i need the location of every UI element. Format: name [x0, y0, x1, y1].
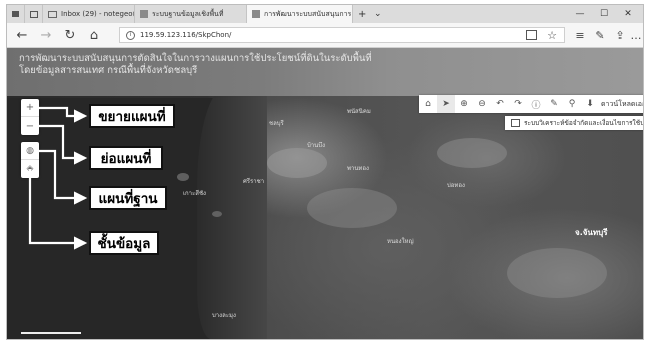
callout-basemap: แผนที่ฐาน [89, 186, 167, 210]
refresh-button[interactable]: ↻ [61, 26, 79, 44]
tab-label: Inbox (29) - notegeo@gmai [61, 10, 134, 18]
info-icon[interactable]: i [126, 30, 135, 40]
reading-view-button[interactable] [522, 26, 540, 44]
arrow-zoom-in [39, 106, 88, 123]
home-button[interactable]: ⌂ [85, 26, 103, 44]
arrow-layers [28, 169, 88, 250]
gmail-icon [48, 10, 57, 18]
map-view[interactable]: ชลบุรี พนัสนิคม บ้านบึง ศรีราชา บ่อทอง ห… [7, 48, 643, 339]
url-text: 119.59.123.116/SkpChon/ [140, 31, 232, 39]
arrow-zoom-out [39, 124, 88, 165]
favorites-list-icon: ≡ [575, 28, 585, 42]
map-scale-bar [21, 329, 81, 334]
back-button[interactable]: ← [13, 26, 31, 44]
minimize-button[interactable]: — [569, 5, 591, 23]
pen-icon: ✎ [595, 28, 605, 42]
home-icon: ⌂ [89, 27, 99, 43]
tab-preview-button[interactable] [7, 5, 25, 23]
tab-label: ระบบฐานข้อมูลเชิงพื้นที่ [152, 9, 224, 18]
page-icon [252, 10, 260, 18]
share-icon: ⇪ [615, 28, 625, 42]
reading-view-icon [525, 30, 537, 40]
navigation-bar: ← → ↻ ⌂ i 119.59.123.116/SkpChon/ ☆ ≡ ✎ … [7, 23, 643, 48]
tab-bar: Inbox (29) - notegeo@gmai ระบบฐานข้อมูลเ… [7, 5, 643, 23]
refresh-icon: ↻ [64, 27, 76, 43]
tab-preview-icon [12, 11, 19, 17]
maximize-button[interactable]: ☐ [593, 5, 615, 23]
new-tab-button[interactable]: + [353, 5, 369, 23]
tab-database[interactable]: ระบบฐานข้อมูลเชิงพื้นที่ [135, 5, 247, 23]
tab-label: การพัฒนาระบบสนับสนุนการ [264, 9, 352, 18]
pen-button[interactable]: ✎ [591, 26, 609, 44]
favorite-star-icon: ☆ [547, 28, 557, 42]
browser-window: Inbox (29) - notegeo@gmai ระบบฐานข้อมูลเ… [6, 4, 644, 340]
callout-layers: ชั้นข้อมูล [89, 231, 159, 255]
callout-zoom-out: ย่อแผนที่ [89, 146, 163, 170]
forward-icon: → [40, 27, 52, 43]
close-window-button[interactable]: ✕ [617, 5, 639, 23]
tab-list-button[interactable]: ⌄ [369, 5, 385, 23]
tab-active[interactable]: การพัฒนาระบบสนับสนุนการ ✕ [247, 5, 353, 23]
more-button[interactable]: … [627, 26, 643, 44]
tab-aside-button[interactable] [25, 5, 43, 23]
address-bar[interactable]: i 119.59.123.116/SkpChon/ [119, 27, 565, 43]
page-icon [140, 10, 148, 18]
favorite-button[interactable]: ☆ [543, 26, 561, 44]
tab-gmail[interactable]: Inbox (29) - notegeo@gmai [43, 5, 135, 23]
tab-aside-icon [30, 10, 38, 18]
forward-button[interactable]: → [37, 26, 55, 44]
favorites-list-button[interactable]: ≡ [571, 26, 589, 44]
callout-zoom-in: ขยายแผนที่ [89, 104, 175, 128]
back-icon: ← [16, 27, 28, 43]
